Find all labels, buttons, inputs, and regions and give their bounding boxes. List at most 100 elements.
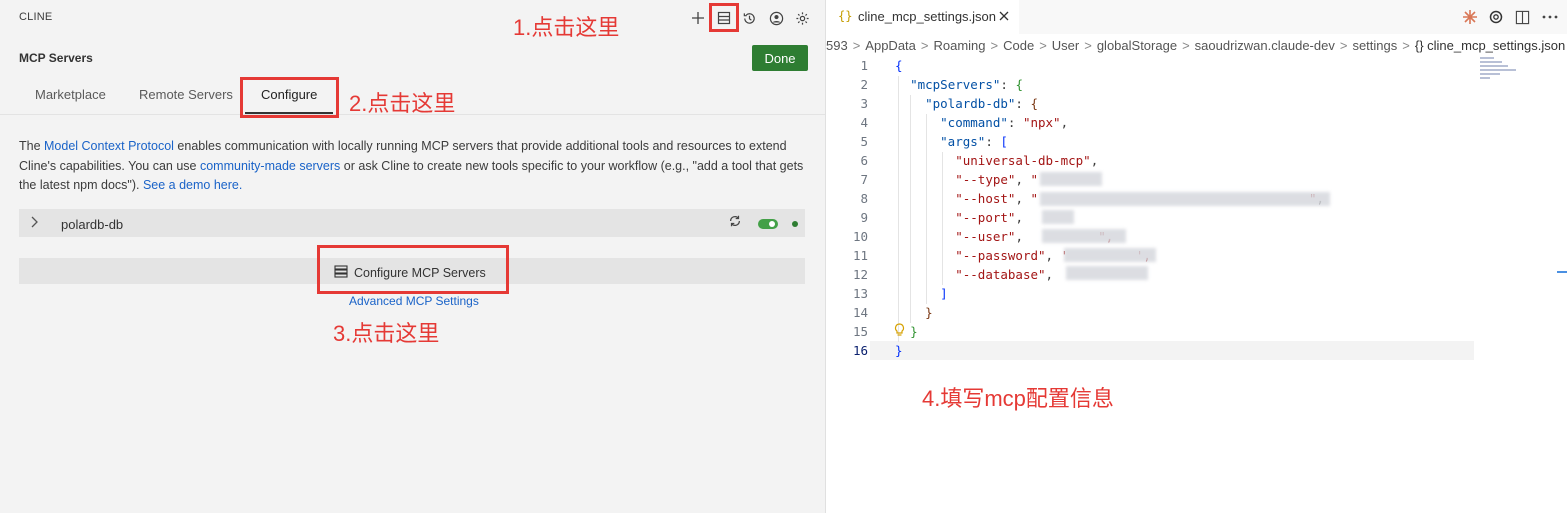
current-line-highlight — [870, 341, 1474, 360]
json-string: "--port" — [955, 210, 1016, 225]
bracket: ] — [940, 286, 948, 301]
line-number: 14 — [852, 305, 868, 320]
restart-icon[interactable] — [728, 214, 742, 231]
history-icon[interactable] — [739, 8, 759, 28]
code-line[interactable]: ] — [895, 286, 948, 301]
code-line[interactable]: } — [895, 305, 933, 320]
brace: } — [895, 343, 903, 358]
redacted-value — [1066, 266, 1148, 280]
server-row[interactable] — [19, 209, 805, 237]
breadcrumb-item[interactable]: settings — [1352, 38, 1397, 53]
code-line[interactable]: "--database", — [895, 267, 1053, 282]
community-servers-link[interactable]: community-made servers — [200, 159, 340, 173]
json-string: "--password" — [955, 248, 1046, 263]
account-icon[interactable] — [766, 8, 786, 28]
json-string: "--host" — [955, 191, 1016, 206]
openai-icon[interactable] — [1487, 8, 1505, 26]
json-string: "universal-db-mcp" — [955, 153, 1091, 168]
advanced-mcp-settings-link[interactable]: Advanced MCP Settings — [349, 294, 479, 308]
code-line[interactable]: "args": [ — [895, 134, 1008, 149]
line-number: 2 — [860, 77, 868, 92]
annotation-step3: 3.点击这里 — [333, 321, 440, 346]
mcp-description: The Model Context Protocol enables commu… — [19, 137, 809, 196]
section-title: MCP Servers — [19, 51, 93, 65]
code-line[interactable]: "polardb-db": { — [895, 96, 1038, 111]
redacted-value — [1064, 248, 1156, 262]
toggle-knob — [769, 221, 775, 227]
breadcrumb-item[interactable]: Roaming — [933, 38, 985, 53]
brace: } — [910, 324, 918, 339]
editor-tab-filename: cline_mcp_settings.json — [858, 9, 997, 24]
line-number: 9 — [860, 210, 868, 225]
redacted-value — [1042, 229, 1126, 243]
breadcrumb-item[interactable]: User — [1052, 38, 1079, 53]
breadcrumb: 593 > AppData > Roaming > Code > User > globalStor… — [826, 38, 1566, 53]
tab-marketplace[interactable]: Marketplace — [35, 87, 106, 102]
lightbulb-icon[interactable] — [894, 323, 905, 340]
line-number: 13 — [852, 286, 868, 301]
code-line[interactable]: "--port", — [895, 210, 1023, 225]
claude-icon[interactable] — [1461, 8, 1479, 26]
json-key: "mcpServers" — [910, 77, 1001, 92]
line-number: 8 — [860, 191, 868, 206]
annotation-step1: 1.点击这里 — [513, 15, 620, 40]
app-title: CLINE — [19, 11, 53, 23]
json-key: "command" — [940, 115, 1008, 130]
code-line[interactable]: "command": "npx", — [895, 115, 1068, 130]
code-line[interactable]: "--type", " — [895, 172, 1038, 187]
line-number: 5 — [860, 134, 868, 149]
split-editor-icon[interactable] — [1513, 8, 1531, 26]
annotation-step2: 2.点击这里 — [349, 91, 456, 116]
line-number: 4 — [860, 115, 868, 130]
line-number: 11 — [852, 248, 868, 263]
redacted-value — [1040, 192, 1330, 206]
json-key: "args" — [940, 134, 986, 149]
json-file-icon: {} — [838, 9, 853, 23]
more-icon[interactable] — [1541, 8, 1559, 26]
breadcrumb-item[interactable]: 593 — [826, 38, 848, 53]
line-number: 12 — [852, 267, 868, 282]
breadcrumb-item[interactable]: globalStorage — [1097, 38, 1177, 53]
line-number: 6 — [860, 153, 868, 168]
server-name: polardb-db — [61, 217, 124, 232]
minimap[interactable] — [1480, 57, 1520, 89]
model-context-protocol-link[interactable]: Model Context Protocol — [44, 139, 174, 153]
breadcrumb-item[interactable]: {} cline_mcp_settings.json — [1415, 38, 1565, 53]
line-number: 7 — [860, 172, 868, 187]
breadcrumb-item[interactable]: AppData — [865, 38, 916, 53]
json-string: "--user" — [955, 229, 1016, 244]
desc-text: The — [19, 139, 45, 153]
code-line[interactable]: } — [895, 343, 903, 358]
breadcrumb-item[interactable]: Code — [1003, 38, 1034, 53]
json-string: "npx" — [1022, 115, 1061, 130]
line-number: 10 — [852, 229, 868, 244]
brace: { — [895, 58, 903, 73]
json-string: "--type" — [955, 172, 1016, 187]
close-icon[interactable] — [999, 8, 1009, 24]
brace: } — [925, 305, 933, 320]
chevron-right-icon[interactable] — [30, 216, 38, 231]
code-line[interactable]: "universal-db-mcp", — [895, 153, 1098, 168]
done-button[interactable]: Done — [752, 45, 808, 71]
breadcrumb-item[interactable]: saoudrizwan.claude-dev — [1195, 38, 1335, 53]
tab-remote-servers[interactable]: Remote Servers — [139, 87, 233, 102]
highlight-box-step3 — [317, 245, 509, 294]
line-number: 3 — [860, 96, 868, 111]
annotation-step4: 4.填写mcp配置信息 — [922, 386, 1114, 411]
server-enable-toggle[interactable] — [758, 219, 778, 229]
json-string: "--database" — [955, 267, 1046, 282]
line-number-current: 16 — [852, 343, 868, 358]
scroll-marker — [1557, 271, 1567, 273]
demo-link[interactable]: See a demo here. — [143, 178, 242, 192]
line-number: 1 — [860, 58, 868, 73]
gear-icon[interactable] — [792, 8, 812, 28]
server-status-dot — [792, 221, 798, 227]
line-number: 15 — [852, 324, 868, 339]
json-key: "polardb-db" — [925, 96, 1016, 111]
code-line[interactable]: { — [895, 58, 903, 73]
highlight-box-step1 — [709, 3, 739, 32]
code-line[interactable]: "mcpServers": { — [895, 77, 1023, 92]
plus-icon[interactable] — [688, 8, 708, 28]
redacted-value — [1040, 172, 1102, 186]
redacted-value — [1042, 210, 1074, 224]
